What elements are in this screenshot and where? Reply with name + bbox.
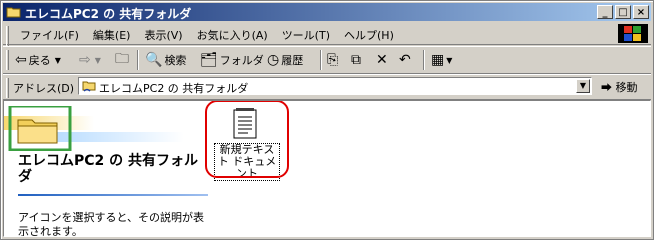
minimize-button[interactable]: _ (597, 5, 613, 19)
address-value: エレコムPC2 の 共有フォルダ (99, 82, 249, 95)
toolbar-separator (423, 50, 425, 70)
search-label: 検索 (164, 54, 187, 67)
move-to-icon: ⎘ (327, 52, 339, 68)
go-button[interactable]: ⮕ 移動 (601, 79, 638, 95)
folder-icon (6, 7, 21, 18)
window-title: エレコムPC2 の 共有フォルダ (25, 7, 192, 21)
up-folder-button[interactable]: 🗀 (115, 51, 131, 69)
menu-grip[interactable] (6, 26, 9, 46)
address-bar: アドレス(D) エレコムPC2 の 共有フォルダ ▼ ⮕ 移動 (3, 74, 651, 100)
folders-icon: 🗂 (200, 52, 218, 68)
up-folder-icon: 🗀 (115, 51, 129, 67)
undo-button[interactable]: ↶ (399, 51, 413, 69)
menu-tools[interactable]: ツール(T) (275, 26, 337, 44)
menu-file[interactable]: ファイル(F) (13, 26, 86, 44)
go-label: 移動 (615, 81, 638, 94)
views-icon: ▦ (431, 52, 445, 68)
copy-to-button[interactable]: ⧉ (351, 51, 363, 69)
back-dropdown-icon[interactable]: ▼ (55, 56, 61, 65)
maximize-button[interactable]: □ (615, 5, 631, 19)
web-view-pane: エレコムPC2 の 共有フォルダ アイコンを選択すると、その説明が表示されます。 (4, 101, 209, 236)
go-arrow-icon: ⮕ (601, 81, 612, 94)
menu-help[interactable]: ヘルプ(H) (337, 26, 401, 44)
menu-edit[interactable]: 編集(E) (86, 26, 138, 44)
folders-button[interactable]: 🗂 フォルダ (200, 51, 264, 69)
highlight-annotation (205, 101, 289, 178)
forward-arrow-icon: ⇨ (79, 52, 91, 68)
explorer-window: エレコムPC2 の 共有フォルダ _ □ × ファイル(F) 編集(E) 表示(… (0, 0, 654, 240)
pane-divider (18, 194, 208, 196)
history-icon: ◷ (267, 52, 280, 68)
folder-content[interactable]: エレコムPC2 の 共有フォルダ アイコンを選択すると、その説明が表示されます。… (3, 100, 651, 237)
pane-description: アイコンを選択すると、その説明が表示されます。 (18, 211, 205, 237)
close-button[interactable]: × (633, 5, 649, 19)
standard-toolbar: ⇦ 戻る ▼ ⇨ ▼ 🗀 🔍 検索 🗂 フォルダ ◷ 履歴 ⎘ ⧉ ✕ ↶ ▦ … (3, 46, 651, 74)
delete-button[interactable]: ✕ (376, 51, 390, 69)
history-button[interactable]: ◷ 履歴 (267, 51, 303, 69)
views-button[interactable]: ▦ ▼ (431, 51, 452, 69)
delete-icon: ✕ (376, 52, 388, 68)
windows-logo-icon (618, 24, 648, 43)
forward-dropdown-icon[interactable]: ▼ (95, 56, 101, 65)
menu-view[interactable]: 表示(V) (137, 26, 189, 44)
undo-icon: ↶ (399, 52, 411, 68)
views-dropdown-icon[interactable]: ▼ (446, 56, 452, 65)
search-button[interactable]: 🔍 検索 (145, 51, 186, 69)
back-label: 戻る (28, 54, 51, 67)
move-to-button[interactable]: ⎘ (327, 51, 340, 69)
menu-bar: ファイル(F) 編集(E) 表示(V) お気に入り(A) ツール(T) ヘルプ(… (3, 23, 651, 46)
menu-favorites[interactable]: お気に入り(A) (190, 26, 275, 44)
search-icon: 🔍 (145, 52, 163, 68)
history-label: 履歴 (281, 54, 304, 67)
folder-banner-image (4, 106, 184, 151)
back-button[interactable]: ⇦ 戻る ▼ (15, 51, 61, 69)
toolbar-separator (320, 50, 322, 70)
forward-button[interactable]: ⇨ ▼ (79, 51, 101, 69)
address-label: アドレス(D) (13, 82, 75, 95)
title-bar[interactable]: エレコムPC2 の 共有フォルダ _ □ × (3, 3, 651, 21)
folders-label: フォルダ (219, 54, 264, 67)
address-dropdown-button[interactable]: ▼ (576, 79, 590, 93)
back-arrow-icon: ⇦ (15, 52, 27, 68)
address-grip[interactable] (6, 78, 9, 98)
pane-folder-title: エレコムPC2 の 共有フォルダ (18, 153, 199, 185)
copy-to-icon: ⧉ (351, 52, 361, 68)
address-input[interactable]: エレコムPC2 の 共有フォルダ ▼ (78, 77, 592, 95)
shared-folder-icon (82, 81, 96, 92)
toolbar-separator (137, 50, 139, 70)
toolbar-grip[interactable] (6, 50, 9, 70)
